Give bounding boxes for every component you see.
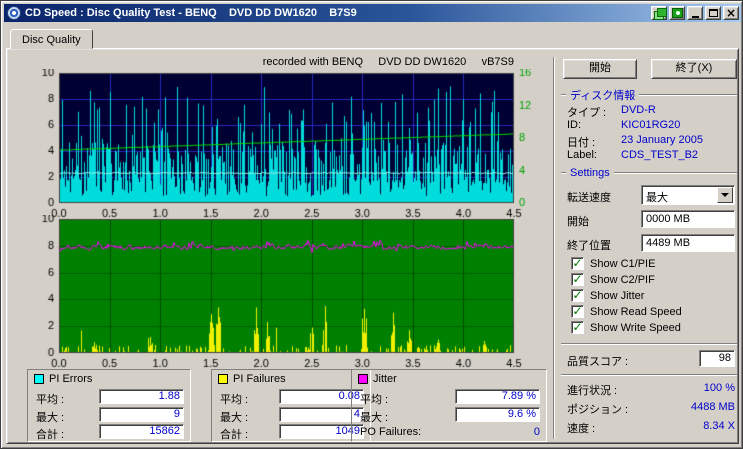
po-failures-label: PO Failures: xyxy=(360,426,422,438)
transfer-speed-select[interactable]: 最大 xyxy=(641,185,735,205)
jitter-group: Jitter 平均 : 7.89 % 最大 : 9.6 % PO Failure… xyxy=(351,369,547,442)
separator xyxy=(561,343,737,345)
close-button[interactable]: × xyxy=(723,6,739,20)
disc-tool-icon xyxy=(671,8,683,18)
chart-header: recorded with BENQ DVD DD DW1620 vB7S9 xyxy=(262,56,514,68)
progress-value: 100 % xyxy=(703,382,735,394)
show-c1-pie-label: Show C1/PIE xyxy=(590,258,656,270)
pi-errors-avg-label: 平均 : xyxy=(36,394,65,406)
minimize-button[interactable] xyxy=(687,6,703,20)
pif-jitter-chart-canvas xyxy=(13,215,543,371)
tab-disc-quality[interactable]: Disc Quality xyxy=(10,29,93,49)
jitter-avg-value: 7.89 % xyxy=(455,389,540,404)
tool-button-a[interactable] xyxy=(651,6,667,20)
minimize-icon xyxy=(691,15,699,18)
header-rule xyxy=(613,172,737,174)
start-position-field[interactable]: 0000 MB xyxy=(641,210,735,228)
end-position-field[interactable]: 4489 MB xyxy=(641,234,735,252)
settings-header: Settings xyxy=(561,167,737,179)
jitter-avg-label: 平均 : xyxy=(360,394,389,406)
app-icon xyxy=(7,6,21,20)
pi-failures-swatch xyxy=(218,374,228,384)
show-c1-pie-checkbox[interactable] xyxy=(571,257,584,270)
show-read-speed-label: Show Read Speed xyxy=(590,306,682,318)
app-window: CD Speed : Disc Quality Test - BENQ DVD … xyxy=(0,0,743,449)
maximize-icon xyxy=(708,9,718,17)
quality-score-label: 品質スコア : xyxy=(567,356,629,368)
pi-errors-max-label: 最大 : xyxy=(36,412,65,424)
transfer-speed-value: 最大 xyxy=(646,192,668,204)
exit-button[interactable]: 終了(X) xyxy=(651,59,737,79)
show-write-speed-checkbox[interactable] xyxy=(571,321,584,334)
pi-errors-max-value: 9 xyxy=(99,407,184,422)
start-position-label: 開始 xyxy=(567,216,589,228)
disc-id-value: KIC01RG20 xyxy=(621,119,681,131)
header-rule xyxy=(561,172,566,174)
disc-date-value: 23 January 2005 xyxy=(621,134,703,146)
pi-errors-avg-value: 1.88 xyxy=(99,389,184,404)
show-read-speed-checkbox[interactable] xyxy=(571,305,584,318)
overlap-sheets-icon xyxy=(653,8,667,20)
chevron-down-icon[interactable] xyxy=(717,187,733,203)
jitter-swatch xyxy=(358,374,368,384)
show-c2-pif-checkbox[interactable] xyxy=(571,273,584,286)
header-rule xyxy=(561,94,566,96)
position-value: 4488 MB xyxy=(690,401,735,413)
window-title: CD Speed : Disc Quality Test - BENQ DVD … xyxy=(25,7,357,19)
pi-errors-group: PI Errors 平均 : 1.88 最大 : 9 合計 : 15862 xyxy=(27,369,191,442)
tool-button-b[interactable] xyxy=(669,6,685,20)
pi-failures-max-label: 最大 : xyxy=(220,412,249,424)
maximize-button[interactable] xyxy=(705,6,721,20)
pi-failures-title: PI Failures xyxy=(233,373,286,385)
close-icon: × xyxy=(725,6,737,20)
start-position-value: 0000 MB xyxy=(646,213,691,225)
pi-errors-total-label: 合計 : xyxy=(36,429,65,441)
pi-failures-avg-label: 平均 : xyxy=(220,394,249,406)
pi-failures-total-label: 合計 : xyxy=(220,429,249,441)
quality-score-box: 98 xyxy=(699,350,735,367)
pi-failures-group: PI Failures 平均 : 0.08 最大 : 4 合計 : 1049 xyxy=(211,369,371,442)
pie-speed-chart-canvas xyxy=(13,69,543,219)
quality-score-value: 98 xyxy=(718,352,731,364)
end-position-label: 終了位置 xyxy=(567,240,611,252)
pi-errors-swatch xyxy=(34,374,44,384)
settings-header-label: Settings xyxy=(570,167,610,179)
show-write-speed-label: Show Write Speed xyxy=(590,322,681,334)
start-button[interactable]: 開始 xyxy=(563,59,637,79)
disc-label-label: Label: xyxy=(567,149,597,161)
disc-id-label: ID: xyxy=(567,119,582,131)
pi-errors-title: PI Errors xyxy=(49,373,93,385)
disc-info-header-label: ディスク情報 xyxy=(570,90,636,102)
separator xyxy=(561,374,737,376)
disc-info-header: ディスク情報 xyxy=(561,87,737,103)
jitter-title: Jitter xyxy=(373,373,397,385)
disc-date-label: 日付 : xyxy=(567,137,596,149)
show-jitter-label: Show Jitter xyxy=(590,290,645,302)
disc-label-value: CDS_TEST_B2 xyxy=(621,149,699,161)
pi-errors-total-value: 15862 xyxy=(99,424,184,439)
titlebar[interactable]: CD Speed : Disc Quality Test - BENQ DVD … xyxy=(4,4,741,22)
show-jitter-checkbox[interactable] xyxy=(571,289,584,302)
panel-separator xyxy=(553,57,555,439)
show-c2-pif-label: Show C2/PIF xyxy=(590,274,655,286)
disc-type-label: タイプ : xyxy=(567,107,607,119)
end-position-value: 4489 MB xyxy=(646,237,691,249)
jitter-max-value: 9.6 % xyxy=(455,407,540,422)
speed-value: 8.34 X xyxy=(703,420,735,432)
jitter-max-label: 最大 : xyxy=(360,412,389,424)
disc-type-value: DVD-R xyxy=(621,104,656,116)
header-rule xyxy=(639,94,737,96)
transfer-speed-label: 転送速度 xyxy=(567,192,611,204)
po-failures-value: 0 xyxy=(533,426,540,438)
